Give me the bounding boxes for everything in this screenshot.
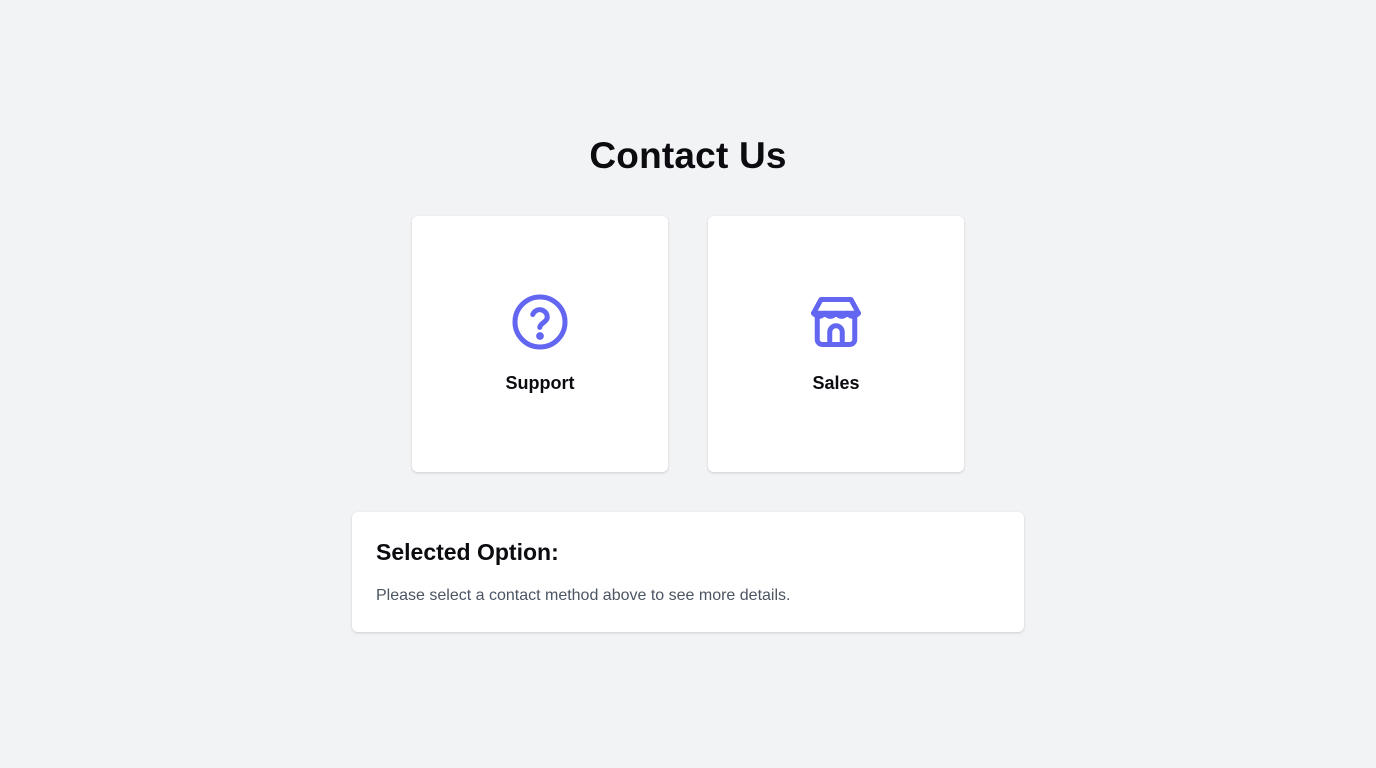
contact-page: Contact Us Support Sales Selected Option…: [0, 0, 1376, 768]
storefront-icon: [806, 292, 866, 352]
contact-options: Support Sales: [412, 216, 964, 472]
selected-option-panel: Selected Option: Please select a contact…: [352, 512, 1024, 632]
selected-option-title: Selected Option:: [376, 539, 559, 565]
support-option-label: Support: [505, 373, 575, 393]
sales-option-card[interactable]: Sales: [708, 216, 964, 472]
sales-option-label: Sales: [812, 373, 860, 393]
page-title: Contact Us: [589, 135, 787, 176]
support-option-card[interactable]: Support: [412, 216, 668, 472]
selected-option-description: Please select a contact method above to …: [376, 587, 791, 604]
question-circle-icon: [510, 292, 570, 352]
